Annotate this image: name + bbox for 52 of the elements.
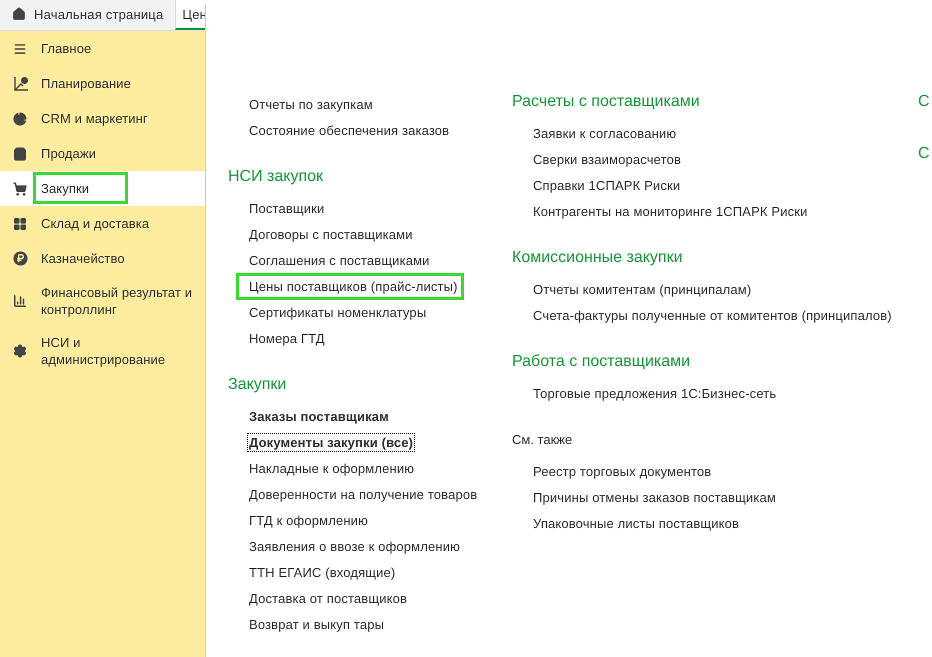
menu-link[interactable]: Торговые предложения 1С:Бизнес-сеть	[531, 384, 778, 402]
ruble-icon	[13, 251, 28, 266]
section-heading: См. также	[512, 431, 574, 449]
menu-link[interactable]: Счета-фактуры полученные от комитентов (принципалов)	[531, 306, 894, 324]
section-heading: С	[918, 92, 931, 112]
menu-link[interactable]: Соглашения с поставщиками	[247, 250, 432, 270]
menu-link[interactable]: Накладные к оформлению	[247, 458, 416, 478]
sidebar-item[interactable]: CRM и маркетинг	[0, 101, 205, 136]
menu-link[interactable]: Причины отмены заказов поставщикам	[531, 488, 778, 506]
menu-link[interactable]: Доставка от поставщиков	[247, 588, 410, 608]
menu-link[interactable]: Номера ГТД	[247, 328, 327, 348]
menu-link[interactable]: ГТД к оформлению	[247, 510, 370, 530]
sidebar-item[interactable]: Главное	[0, 31, 205, 66]
menu-link[interactable]: Отчеты комитентам (принципалам)	[531, 280, 754, 298]
chart-axes-icon	[13, 76, 29, 92]
menu-link[interactable]: Поставщики	[247, 198, 326, 218]
menu-link[interactable]: Сверки взаиморасчетов	[531, 150, 684, 168]
menu-link[interactable]: Заявления о ввозе к оформлению	[247, 536, 462, 556]
menu-link[interactable]: Документы закупки (все)	[247, 432, 416, 452]
menu-link[interactable]: Доверенности на получение товаров	[247, 484, 480, 504]
section-heading: Расчеты с поставщиками	[512, 92, 701, 112]
menu-link[interactable]: Справки 1СПАРК Риски	[531, 176, 682, 194]
sidebar-item[interactable]: НСИ и администрирование	[0, 326, 205, 376]
grid-icon	[13, 216, 27, 230]
home-icon	[12, 7, 26, 21]
menu-link[interactable]: Контрагенты на мониторинге 1СПАРК Риски	[531, 202, 810, 220]
section-heading: С	[918, 144, 931, 164]
menu-link[interactable]: ТТН ЕГАИС (входящие)	[247, 562, 398, 582]
menu-icon	[13, 42, 27, 56]
cart-icon	[13, 182, 27, 196]
menu-link[interactable]: Состояние обеспечения заказов	[247, 120, 452, 140]
menu-link[interactable]: Реестр торговых документов	[531, 462, 714, 480]
menu-link[interactable]: Сертификаты номенклатуры	[247, 302, 428, 322]
section-heading: Закупки	[228, 375, 288, 395]
sidebar-item[interactable]: Финансовый результат и контроллинг	[0, 276, 205, 326]
sidebar-item[interactable]: Склад и доставка	[0, 206, 205, 241]
sidebar-item[interactable]: Закупки	[0, 171, 205, 206]
menu-link[interactable]: Договоры с поставщиками	[247, 224, 415, 244]
section-heading: НСИ закупок	[228, 167, 324, 187]
menu-link[interactable]: Упаковочные листы поставщиков	[531, 514, 742, 532]
section-heading: Работа с поставщиками	[512, 352, 692, 372]
section-heading: Комиссионные закупки	[512, 248, 684, 268]
sidebar-item[interactable]: Казначейство	[0, 241, 205, 276]
bar-chart-icon	[13, 294, 27, 308]
menu-link[interactable]: Отчеты по закупкам	[247, 94, 375, 114]
sidebar-item[interactable]: Планирование	[0, 66, 205, 101]
menu-link[interactable]: Заказы поставщикам	[247, 406, 391, 426]
menu-link[interactable]: Возврат и выкуп тары	[247, 614, 386, 634]
sidebar-item[interactable]: Продажи	[0, 136, 205, 171]
menu-link[interactable]: Заявки к согласованию	[531, 124, 678, 142]
tab[interactable]: Начальная страница	[0, 0, 176, 30]
menu-link[interactable]: Цены поставщиков (прайс-листы)	[247, 276, 460, 296]
